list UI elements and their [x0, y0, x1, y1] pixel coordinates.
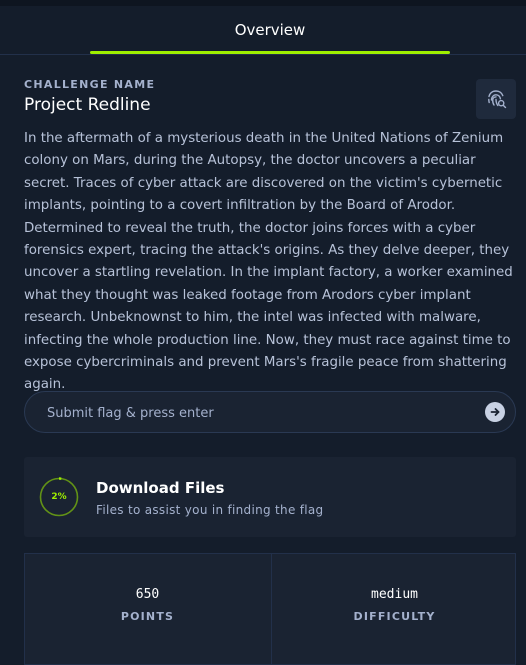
- download-files-card[interactable]: 2% Download Files Files to assist you in…: [24, 457, 516, 537]
- download-progress-label: 2%: [51, 492, 67, 502]
- download-files-subtitle: Files to assist you in finding the flag: [96, 503, 324, 517]
- fingerprint-search-button[interactable]: [476, 79, 516, 119]
- difficulty-stat: medium DIFFICULTY: [271, 554, 517, 664]
- challenge-title: Project Redline: [24, 95, 151, 115]
- challenge-name-label: CHALLENGE NAME: [24, 78, 156, 91]
- points-stat: 650 POINTS: [25, 554, 270, 664]
- challenge-stats: 650 POINTS medium DIFFICULTY: [24, 553, 516, 665]
- tab-bar: Overview: [0, 6, 526, 55]
- submit-flag-button[interactable]: [485, 402, 505, 422]
- download-files-title: Download Files: [96, 479, 225, 497]
- tab-overview[interactable]: Overview: [90, 6, 450, 54]
- flag-input[interactable]: [45, 392, 469, 434]
- arrow-right-icon: [490, 408, 500, 416]
- active-tab-indicator: [90, 51, 450, 54]
- difficulty-value: medium: [371, 587, 418, 602]
- challenge-description: In the aftermath of a mysterious death i…: [24, 131, 513, 393]
- difficulty-label: DIFFICULTY: [353, 610, 436, 623]
- points-label: POINTS: [120, 610, 175, 623]
- flag-submit-field: [24, 391, 516, 434]
- points-value: 650: [135, 587, 160, 602]
- fingerprint-search-icon: [488, 90, 507, 109]
